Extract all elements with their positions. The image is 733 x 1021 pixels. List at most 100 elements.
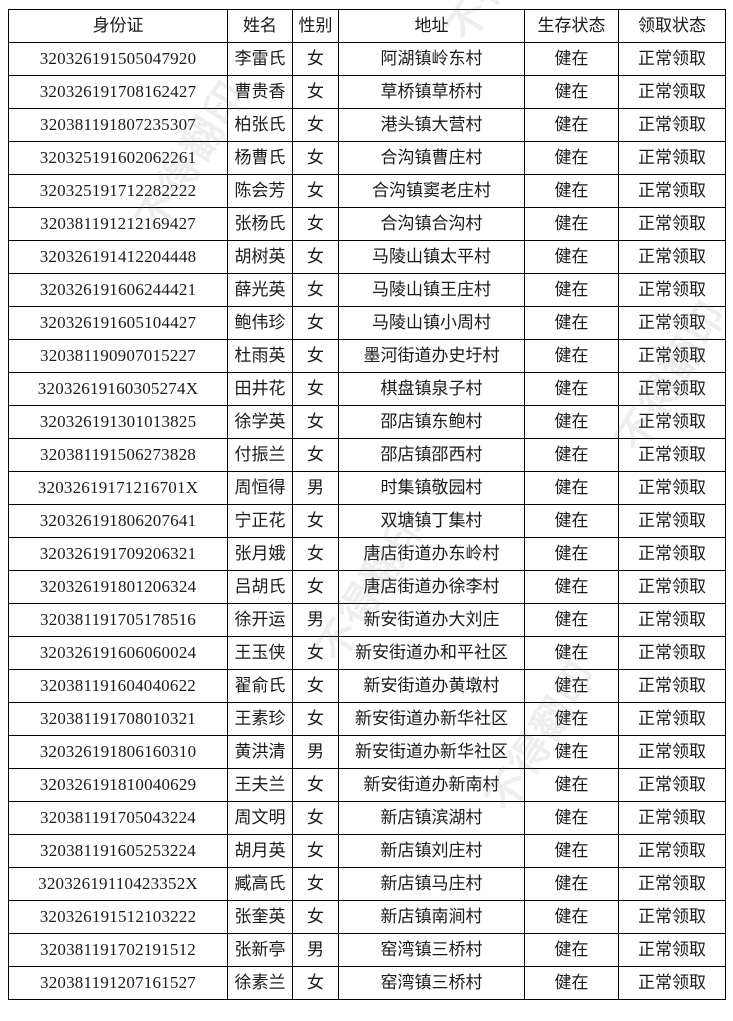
table-row: 320326191801206324 吕胡氏女唐店街道办徐李村 健在 正常领取 [8, 570, 726, 604]
cell-claim-status: 正常领取 [618, 42, 726, 76]
cell-address: 邵店镇邵西村 [338, 438, 525, 472]
cell-gender: 女 [292, 306, 339, 340]
cell-alive-status: 健在 [524, 801, 619, 835]
cell-id-number: 320326191606244421 [8, 273, 228, 307]
resident-records-table: 身份证 姓名 性别 地址 生存状态 领取状态 32032619150504792… [8, 9, 726, 1000]
cell-alive-status: 健在 [524, 867, 619, 901]
table-row: 320325191602062261 杨曹氏女合沟镇曹庄村 健在 正常领取 [8, 141, 726, 175]
cell-claim-status: 正常领取 [618, 801, 726, 835]
table-row: 320326191505047920 李雷氏女阿湖镇岭东村 健在 正常领取 [8, 42, 726, 76]
table-row: 320381191207161527 徐素兰女窑湾镇三桥村 健在 正常领取 [8, 966, 726, 1000]
cell-address: 合沟镇曹庄村 [338, 141, 525, 175]
table-row: 320381190907015227 杜雨英女墨河街道办史圩村 健在 正常领取 [8, 339, 726, 373]
cell-claim-status: 正常领取 [618, 405, 726, 439]
cell-id-number: 320381191705178516 [8, 603, 228, 637]
cell-address: 墨河街道办史圩村 [338, 339, 525, 373]
table-row: 320326191806160310 黄洪清男新安街道办新华社区 健在 正常领取 [8, 735, 726, 769]
table-row: 32032619160305274X 田井花女棋盘镇泉子村 健在 正常领取 [8, 372, 726, 406]
cell-name: 王夫兰 [227, 768, 293, 802]
cell-name: 王玉侠 [227, 636, 293, 670]
cell-name: 田井花 [227, 372, 293, 406]
table-row: 320381191604040622 翟俞氏女新安街道办黄墩村 健在 正常领取 [8, 669, 726, 703]
cell-claim-status: 正常领取 [618, 108, 726, 142]
cell-id-number: 320381191604040622 [8, 669, 228, 703]
cell-name: 周恒得 [227, 471, 293, 505]
table-row: 320326191301013825 徐学英女邵店镇东鲍村 健在 正常领取 [8, 405, 726, 439]
cell-alive-status: 健在 [524, 207, 619, 241]
cell-alive-status: 健在 [524, 636, 619, 670]
cell-alive-status: 健在 [524, 900, 619, 934]
cell-id-number: 320326191810040629 [8, 768, 228, 802]
table-row: 320381191708010321 王素珍女新安街道办新华社区 健在 正常领取 [8, 702, 726, 736]
cell-name: 宁正花 [227, 504, 293, 538]
cell-address: 新店镇刘庄村 [338, 834, 525, 868]
cell-id-number: 320381191705043224 [8, 801, 228, 835]
cell-id-number: 320326191605104427 [8, 306, 228, 340]
cell-gender: 女 [292, 108, 339, 142]
cell-name: 黄洪清 [227, 735, 293, 769]
cell-alive-status: 健在 [524, 75, 619, 109]
cell-name: 李雷氏 [227, 42, 293, 76]
cell-claim-status: 正常领取 [618, 141, 726, 175]
column-header-alive-status: 生存状态 [524, 9, 619, 43]
cell-address: 新店镇滨湖村 [338, 801, 525, 835]
table-row: 320381191212169427 张杨氏女合沟镇合沟村 健在 正常领取 [8, 207, 726, 241]
table-row: 320326191606244421 薛光英女马陵山镇王庄村 健在 正常领取 [8, 273, 726, 307]
cell-address: 时集镇敬园村 [338, 471, 525, 505]
cell-id-number: 320381191702191512 [8, 933, 228, 967]
cell-claim-status: 正常领取 [618, 306, 726, 340]
cell-claim-status: 正常领取 [618, 438, 726, 472]
cell-address: 合沟镇窦老庄村 [338, 174, 525, 208]
cell-alive-status: 健在 [524, 372, 619, 406]
cell-claim-status: 正常领取 [618, 735, 726, 769]
cell-claim-status: 正常领取 [618, 471, 726, 505]
cell-id-number: 320326191512103222 [8, 900, 228, 934]
cell-name: 鲍伟珍 [227, 306, 293, 340]
cell-id-number: 320326191301013825 [8, 405, 228, 439]
cell-id-number: 32032619171216701X [8, 471, 228, 505]
cell-name: 张新亭 [227, 933, 293, 967]
cell-alive-status: 健在 [524, 735, 619, 769]
cell-address: 新安街道办新华社区 [338, 702, 525, 736]
cell-alive-status: 健在 [524, 174, 619, 208]
table-row: 320381191705043224 周文明女新店镇滨湖村 健在 正常领取 [8, 801, 726, 835]
table-row: 320381191705178516 徐开运男新安街道办大刘庄 健在 正常领取 [8, 603, 726, 637]
cell-name: 王素珍 [227, 702, 293, 736]
cell-claim-status: 正常领取 [618, 669, 726, 703]
cell-claim-status: 正常领取 [618, 702, 726, 736]
cell-gender: 女 [292, 900, 339, 934]
cell-address: 窑湾镇三桥村 [338, 966, 525, 1000]
cell-id-number: 320326191801206324 [8, 570, 228, 604]
cell-name: 杨曹氏 [227, 141, 293, 175]
cell-address: 新安街道办黄墩村 [338, 669, 525, 703]
cell-name: 杜雨英 [227, 339, 293, 373]
cell-alive-status: 健在 [524, 471, 619, 505]
cell-alive-status: 健在 [524, 438, 619, 472]
cell-gender: 女 [292, 42, 339, 76]
table-row: 320325191712282222 陈会芳女合沟镇窦老庄村 健在 正常领取 [8, 174, 726, 208]
cell-alive-status: 健在 [524, 966, 619, 1000]
document-page: 身份证 姓名 性别 地址 生存状态 领取状态 32032619150504792… [0, 0, 733, 1021]
table-header: 身份证 姓名 性别 地址 生存状态 领取状态 [8, 9, 726, 43]
table-row: 32032619110423352X 臧高氏女新店镇马庄村 健在 正常领取 [8, 867, 726, 901]
table-row: 320326191709206321 张月娥女唐店街道办东岭村 健在 正常领取 [8, 537, 726, 571]
table-row: 32032619171216701X 周恒得男时集镇敬园村 健在 正常领取 [8, 471, 726, 505]
table-row: 320326191806207641 宁正花女双塘镇丁集村 健在 正常领取 [8, 504, 726, 538]
table-row: 320381191702191512 张新亭男窑湾镇三桥村 健在 正常领取 [8, 933, 726, 967]
cell-claim-status: 正常领取 [618, 339, 726, 373]
cell-gender: 男 [292, 603, 339, 637]
cell-name: 付振兰 [227, 438, 293, 472]
cell-claim-status: 正常领取 [618, 207, 726, 241]
cell-gender: 女 [292, 537, 339, 571]
cell-claim-status: 正常领取 [618, 240, 726, 274]
cell-alive-status: 健在 [524, 603, 619, 637]
column-header-id: 身份证 [8, 9, 228, 43]
cell-gender: 女 [292, 570, 339, 604]
cell-claim-status: 正常领取 [618, 834, 726, 868]
cell-gender: 男 [292, 471, 339, 505]
cell-address: 新店镇马庄村 [338, 867, 525, 901]
cell-claim-status: 正常领取 [618, 174, 726, 208]
cell-gender: 女 [292, 636, 339, 670]
cell-id-number: 320326191606060024 [8, 636, 228, 670]
cell-gender: 女 [292, 867, 339, 901]
